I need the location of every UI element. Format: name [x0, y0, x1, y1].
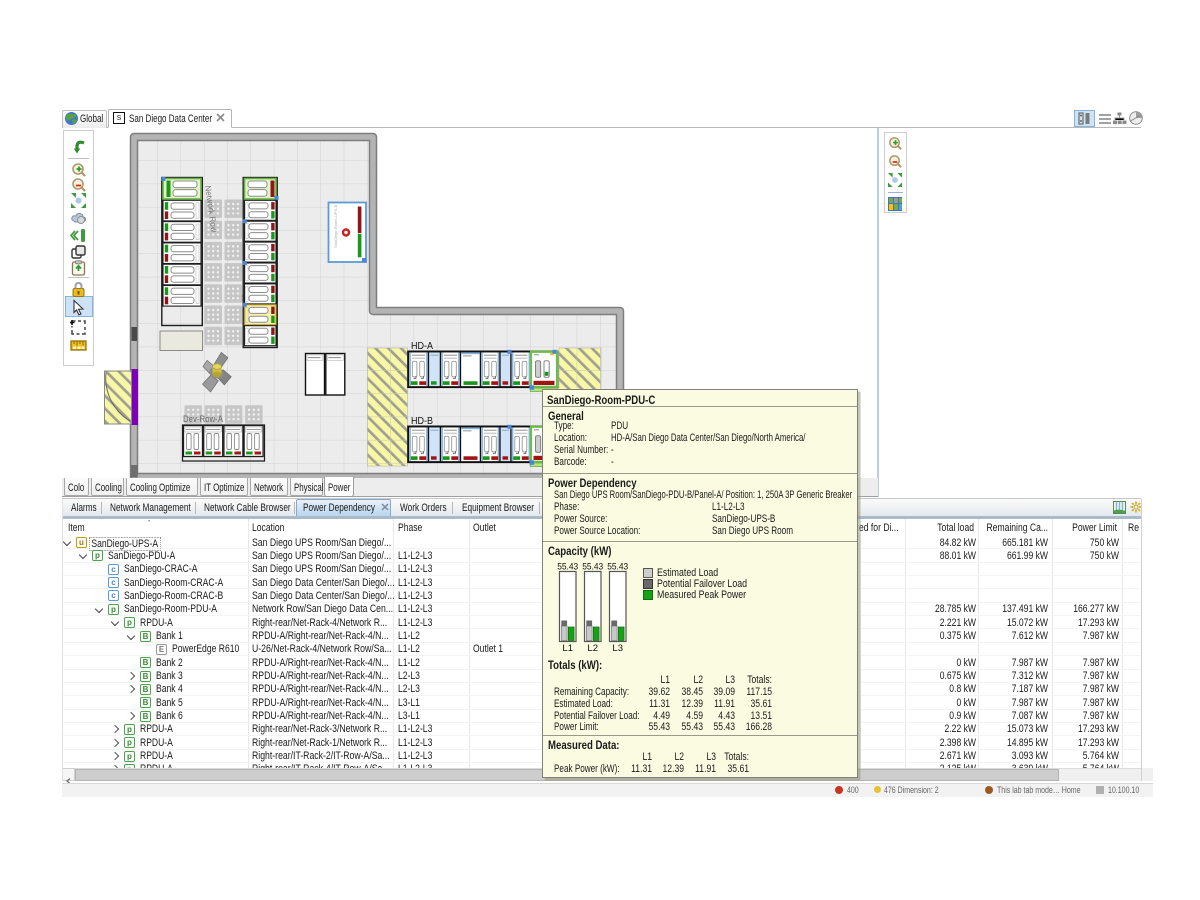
svg-text:L2: L2 [587, 643, 598, 654]
svg-text:HD-B: HD-B [411, 415, 433, 427]
svg-text:Dev-Row-A: Dev-Row-A [183, 414, 224, 425]
svg-text:55.43: 55.43 [557, 562, 578, 573]
svg-text:55.43: 55.43 [582, 562, 603, 573]
svg-text:L3: L3 [612, 643, 623, 654]
svg-text:HD-A: HD-A [411, 340, 433, 352]
svg-text:SanDiego-Room-UPS-B: SanDiego-Room-UPS-B [333, 205, 338, 248]
svg-text:L1: L1 [562, 643, 573, 654]
svg-text:55.43: 55.43 [607, 562, 628, 573]
